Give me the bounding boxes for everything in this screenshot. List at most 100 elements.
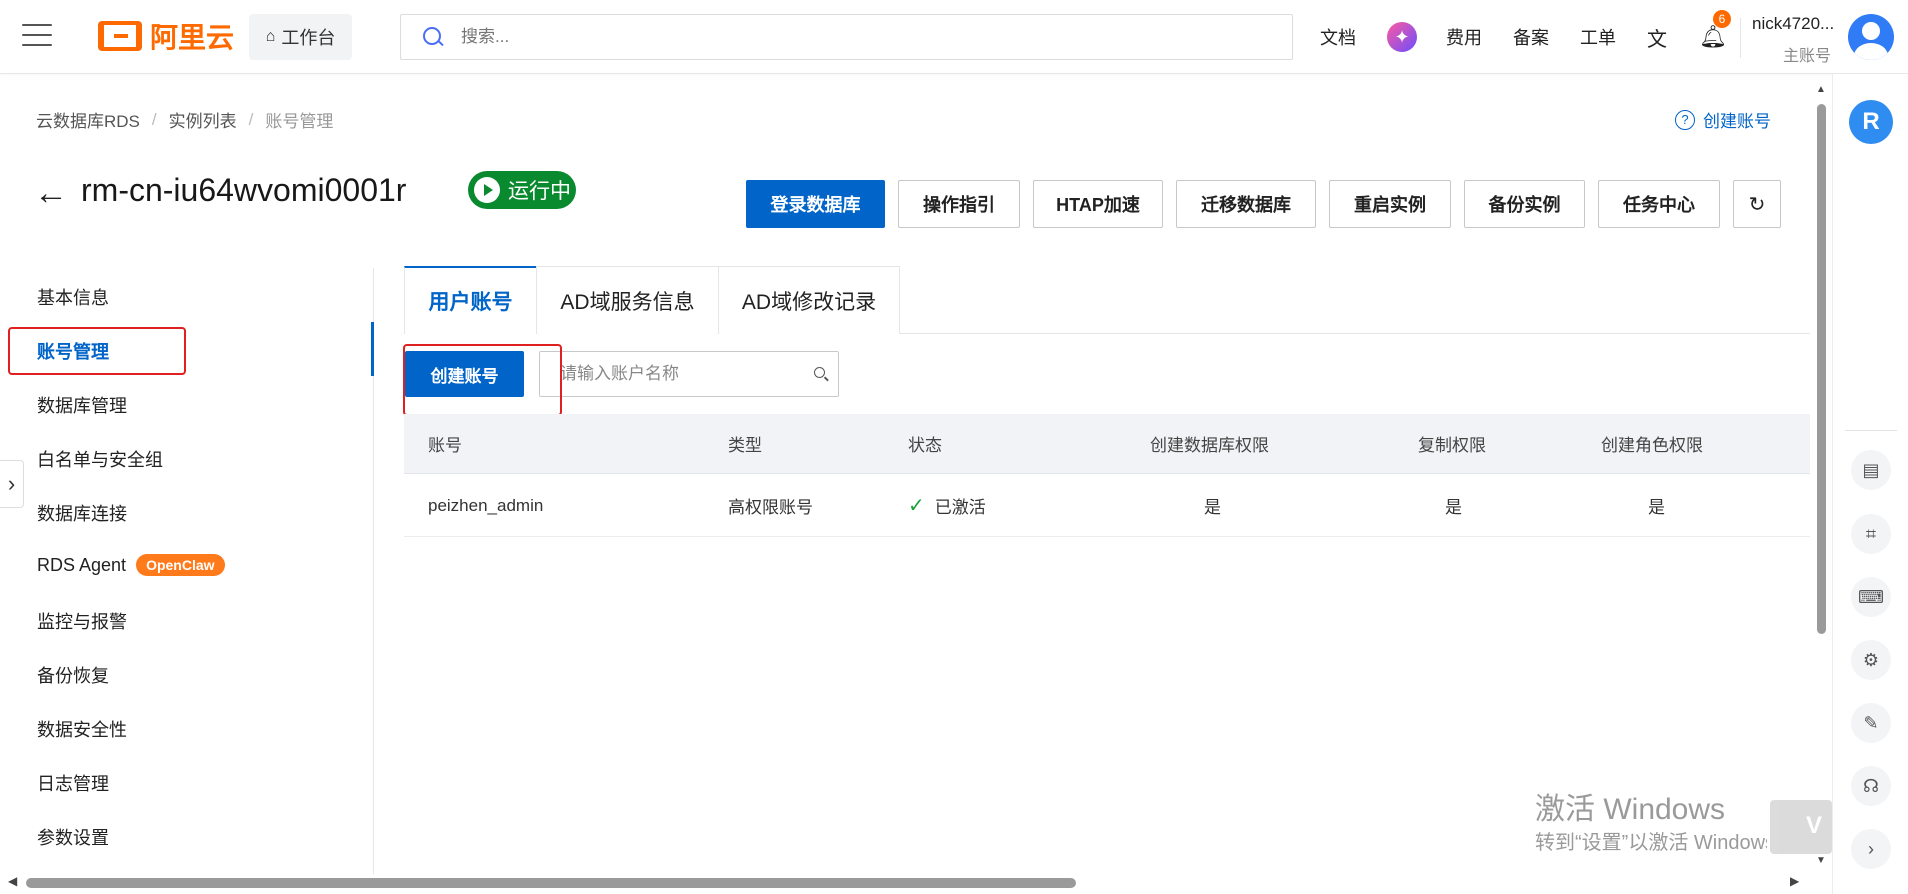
sidebar-item-backup-restore[interactable]: 备份恢复 [37,662,109,688]
status-label: 运行中 [508,180,571,203]
chevron-right-icon[interactable]: › [0,460,24,508]
sidebar-item-monitoring[interactable]: 监控与报警 [37,608,127,634]
search-icon [421,25,445,49]
column-create-db-privilege: 创建数据库权限 [1150,436,1269,455]
divider [1740,18,1741,58]
notification-bell-icon[interactable]: 🔔︎ 6 [1699,10,1731,50]
highlight-box-sidebar [8,327,186,375]
icp-filing-link[interactable]: 备案 [1513,24,1549,50]
check-icon: ✓ [908,495,925,517]
task-center-button[interactable]: 任务中心 [1598,180,1720,228]
global-search[interactable] [400,14,1293,60]
htap-acceleration-button[interactable]: HTAP加速 [1033,180,1163,228]
login-database-button[interactable]: 登录数据库 [746,180,885,228]
cell-create-db: 是 [1204,498,1221,517]
vertical-scrollbar[interactable]: ▲ ▼ [1814,84,1828,866]
workbench-label: 工作台 [281,28,336,48]
status-badge: 运行中 [468,171,576,209]
brand-name: 阿里云 [150,22,235,53]
status-text: 已激活 [934,498,986,517]
cell-create-role: 是 [1648,498,1665,517]
tab-ad-service-info[interactable]: AD域服务信息 [536,266,719,334]
scroll-right-icon[interactable]: ▶ [1790,874,1799,888]
instance-toolbar: 登录数据库 操作指引 HTAP加速 迁移数据库 重启实例 备份实例 任务中心 ↻ [746,180,1781,228]
rds-assistant-icon[interactable]: R [1849,100,1893,144]
tab-ad-change-log[interactable]: AD域修改记录 [718,266,900,334]
notification-badge: 6 [1713,10,1731,28]
user-name[interactable]: nick4720... [1752,14,1834,34]
edit-icon[interactable]: ✎ [1851,703,1891,743]
tab-user-accounts[interactable]: 用户账号 [404,266,537,334]
scroll-up-icon[interactable]: ▲ [1816,84,1826,95]
cell-replication: 是 [1445,498,1462,517]
docs-link[interactable]: 文档 [1320,24,1356,50]
menu-icon[interactable] [22,24,52,48]
gear-icon[interactable]: ⚙ [1851,640,1891,680]
top-navigation-bar: 阿里云 ⌂ 工作台 文档 ✦ 费用 备案 工单 文 🔔︎6 nick4720..… [0,0,1908,74]
language-icon[interactable]: 文 [1647,23,1667,52]
sidebar-item-basic-info[interactable]: 基本信息 [37,284,109,310]
search-icon[interactable] [814,367,828,381]
help-link-label: 创建账号 [1703,112,1771,131]
aliyun-logo-mark-icon [98,21,142,51]
headset-icon[interactable]: ☊ [1851,766,1891,806]
horizontal-scrollbar[interactable]: ◀ ▶ [0,874,1810,892]
cell-type: 高权限账号 [728,498,813,517]
create-account-help-link[interactable]: ? 创建账号 [1675,107,1771,132]
restart-instance-button[interactable]: 重启实例 [1329,180,1451,228]
right-toolbar: R ▤ ⌗ ⌨ ⚙ ✎ ☊ › [1832,74,1908,894]
breadcrumb-separator: / [248,109,254,129]
openclaw-tag: OpenClaw [136,554,225,576]
breadcrumb-instance-list[interactable]: 实例列表 [169,107,237,132]
sidebar-item-rds-agent[interactable]: RDS Agent OpenClaw [37,554,225,576]
sidebar-item-data-security[interactable]: 数据安全性 [37,716,127,742]
refresh-icon[interactable]: ↻ [1733,180,1781,228]
column-type: 类型 [728,436,762,455]
scrollbar-thumb[interactable] [1817,104,1826,634]
back-arrow-icon[interactable]: ← [34,176,68,210]
account-tabs: 用户账号 AD域服务信息 AD域修改记录 [404,266,1810,334]
sidebar-item-label: RDS Agent [37,554,127,575]
billing-link[interactable]: 费用 [1446,24,1482,50]
sidebar-item-database-management[interactable]: 数据库管理 [37,392,127,418]
sidebar-item-log-management[interactable]: 日志管理 [37,770,109,796]
sidebar-item-whitelist[interactable]: 白名单与安全组 [37,446,163,472]
workbench-button[interactable]: ⌂ 工作台 [249,14,352,60]
sidebar-item-parameter-settings[interactable]: 参数设置 [37,824,109,850]
cell-account: peizhen_admin [428,495,544,515]
scrollbar-thumb[interactable] [26,878,1076,888]
migrate-database-button[interactable]: 迁移数据库 [1176,180,1316,228]
instance-id-title: rm-cn-iu64wvomi0001r [81,172,407,208]
windows-activation-hint: 转到“设置”以激活 Windows。 [1535,832,1767,854]
top-links: 文档 ✦ 费用 备案 工单 文 🔔︎ 6 [1320,0,1749,74]
ticket-link[interactable]: 工单 [1580,24,1616,50]
breadcrumb-current: 账号管理 [265,112,334,131]
sidebar-item-database-connection[interactable]: 数据库连接 [37,500,127,526]
active-indicator [371,322,374,376]
operation-guide-button[interactable]: 操作指引 [898,180,1020,228]
breadcrumb-rds[interactable]: 云数据库RDS [36,107,140,132]
scroll-left-icon[interactable]: ◀ [8,874,17,888]
global-search-input[interactable] [461,27,1161,47]
document-icon[interactable]: ▤ [1851,450,1891,490]
highlight-box-create [403,344,562,416]
aliyun-logo[interactable]: 阿里云 [98,18,234,54]
chevron-right-icon[interactable]: › [1851,829,1891,869]
api-icon[interactable]: ⌗ [1851,514,1891,554]
floating-widget[interactable] [1770,800,1832,854]
account-search-input[interactable] [560,364,810,384]
table-row: peizhen_admin 高权限账号 ✓ 已激活 是 是 是 [404,475,1810,537]
terminal-icon[interactable]: ⌨ [1851,577,1891,617]
account-search [539,351,839,397]
question-icon: ? [1675,109,1695,130]
cell-status: ✓ 已激活 [908,475,986,536]
user-role: 主账号 [1783,48,1832,65]
ai-assistant-icon[interactable]: ✦ [1387,22,1417,52]
column-account: 账号 [428,436,462,455]
avatar[interactable] [1848,14,1894,60]
column-status: 状态 [908,436,942,455]
divider [1845,430,1897,431]
column-replication-privilege: 复制权限 [1418,436,1486,455]
backup-instance-button[interactable]: 备份实例 [1464,180,1585,228]
scroll-down-icon[interactable]: ▼ [1816,855,1826,866]
